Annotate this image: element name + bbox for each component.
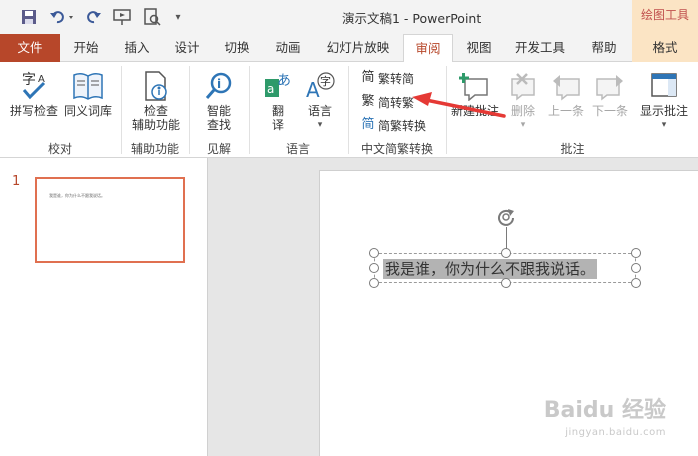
watermark-main: Baidu 经验 [543,398,666,423]
delete-comment-button[interactable]: 删除 ▾ [503,68,543,132]
group-label-proofing: 校对 [47,142,72,156]
thesaurus-label: 同义词库 [63,104,112,118]
show-comments-button[interactable]: 显示批注 ▾ [637,68,691,132]
tab-view[interactable]: 视图 [456,34,502,62]
group-label-insights: 见解 [206,142,231,156]
simp-to-trad-button[interactable]: 繁 简转繁 [360,92,414,112]
svg-text:字: 字 [22,72,36,88]
ribbon-tabs: 文件 开始 插入 设计 切换 动画 幻灯片放映 审阅 视图 开发工具 帮助 格式 [0,34,698,63]
show-comments-icon [647,68,681,104]
chinese-conversion-icon: 简 [361,117,375,132]
annotation-arrow-icon [412,92,506,118]
dropdown-arrow-icon: ▾ [317,120,323,130]
check-accessibility-label: 检查 辅助功能 [131,104,180,132]
previous-comment-icon [549,68,583,104]
tab-transitions[interactable]: 切换 [212,34,262,62]
accessibility-check-icon [139,68,173,104]
workspace: 1 我是谁，你为什么不跟我说话。 我是谁，你为什么不跟我说话。 Baidu 经验… [0,158,698,456]
next-comment-icon [593,68,627,104]
slide-editor: 我是谁，你为什么不跟我说话。 Baidu 经验 jingyan.baidu.co… [209,158,698,456]
rotate-handle-icon[interactable] [496,207,516,227]
check-accessibility-button[interactable]: 检查 辅助功能 [126,68,186,132]
resize-handle[interactable] [501,248,511,258]
window-title: 演示文稿1 - PowerPoint [342,11,482,26]
trad-to-simp-label: 繁转简 [378,71,415,86]
tab-slideshow[interactable]: 幻灯片放映 [314,34,402,62]
textbox-content[interactable]: 我是谁，你为什么不跟我说话。 [383,259,598,279]
trad-to-simp-icon: 简 [361,70,375,85]
print-preview-icon[interactable] [140,6,164,28]
smart-lookup-icon: i [202,68,236,104]
dropdown-arrow-icon: ▾ [520,120,526,130]
previous-comment-label: 上一条 [547,104,584,118]
title-bar: ▾ 演示文稿1 - PowerPoint 绘图工具 [0,0,698,34]
thesaurus-icon [71,68,105,104]
group-label-comments: 批注 [560,142,585,156]
resize-handle[interactable] [631,263,641,273]
present-from-start-icon[interactable] [110,6,134,28]
next-comment-label: 下一条 [591,104,628,118]
translate-label: 翻 译 [271,104,284,132]
svg-text:a: a [267,82,274,96]
ribbon-review: 字A 拼写检查 同义词库 校对 检查 辅助功能 辅助功能 i 智能 查找 见解 … [0,62,698,158]
slide-thumbnail[interactable]: 我是谁，你为什么不跟我说话。 [35,177,185,263]
slide-thumbnails-pane: 1 我是谁，你为什么不跟我说话。 [0,158,208,456]
tab-format[interactable]: 格式 [632,34,698,62]
spelling-check-label: 拼写检查 [9,104,58,118]
resize-handle[interactable] [369,278,379,288]
smart-lookup-label: 智能 查找 [206,104,231,132]
spell-check-icon: 字A [17,68,51,104]
group-label-language: 语言 [285,142,310,156]
tab-review[interactable]: 审阅 [403,34,453,63]
language-label: 语言 [307,104,332,118]
translate-icon: aあ [261,68,295,104]
thesaurus-button[interactable]: 同义词库 [62,68,114,118]
spelling-check-button[interactable]: 字A 拼写检查 [8,68,60,118]
delete-comment-label: 删除 [510,104,535,118]
resize-handle[interactable] [501,278,511,288]
language-button[interactable]: A字 语言 ▾ [300,68,340,132]
resize-handle[interactable] [369,263,379,273]
trad-to-simp-button[interactable]: 简 繁转简 [360,68,414,88]
language-icon: A字 [303,68,337,104]
redo-icon[interactable] [84,6,104,28]
tab-insert[interactable]: 插入 [112,34,162,62]
translate-button[interactable]: aあ 翻 译 [258,68,298,132]
svg-text:字: 字 [320,74,331,88]
tab-design[interactable]: 设计 [162,34,212,62]
watermark-sub: jingyan.baidu.com [565,427,666,438]
thumbnail-text: 我是谁，你为什么不跟我说话。 [49,193,105,198]
tab-home[interactable]: 开始 [60,34,112,62]
tab-developer[interactable]: 开发工具 [504,34,576,62]
simp-to-trad-icon: 繁 [361,94,375,109]
group-label-chinese-conversion: 中文简繁转换 [360,142,433,156]
watermark: Baidu 经验 jingyan.baidu.com [544,400,666,444]
next-comment-button[interactable]: 下一条 [588,68,632,118]
drawing-tools-context-label: 绘图工具 [632,0,698,34]
slide-number: 1 [12,174,21,189]
group-label-accessibility: 辅助功能 [130,142,179,156]
dropdown-arrow-icon: ▾ [661,120,667,130]
smart-lookup-button[interactable]: i 智能 查找 [196,68,242,132]
customize-qat-icon[interactable]: ▾ [170,6,186,28]
undo-icon[interactable] [48,6,78,28]
tab-file[interactable]: 文件 [0,34,60,62]
tab-help[interactable]: 帮助 [580,34,628,62]
resize-handle[interactable] [631,248,641,258]
delete-comment-icon [506,68,540,104]
save-icon[interactable] [18,6,40,28]
show-comments-label: 显示批注 [639,104,688,118]
previous-comment-button[interactable]: 上一条 [544,68,588,118]
tab-animations[interactable]: 动画 [262,34,314,62]
svg-text:i: i [217,77,221,91]
resize-handle[interactable] [631,278,641,288]
powerpoint-window: ▾ 演示文稿1 - PowerPoint 绘图工具 文件 开始 插入 设计 切换… [0,0,698,456]
svg-text:あ: あ [277,73,291,89]
resize-handle[interactable] [369,248,379,258]
